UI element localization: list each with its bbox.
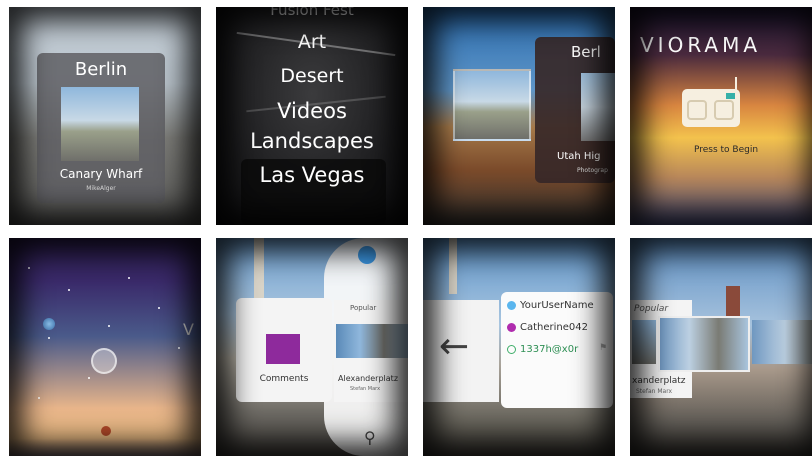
tv-tower [449,238,457,294]
user-row[interactable]: Catherine042 [507,322,588,333]
user-list-panel: YourUserName Catherine042 1337h@x0r ⚑ [501,292,613,408]
popular-card[interactable]: Popular Alexanderplatz Stefan Marx [334,300,408,402]
screenshot-space-view: V [9,238,201,456]
carousel-thumbnail[interactable] [632,320,656,364]
tv-tower [254,238,264,302]
press-to-begin-label[interactable]: Press to Begin [630,145,812,155]
user-dot-icon [507,322,516,332]
location-card[interactable]: Berl Utah Hig Photograp [535,37,615,183]
screenshot-category-menu: Fusion Fest Art Desert Videos Landscapes… [216,7,408,225]
comments-label: Comments [259,374,309,384]
antenna [735,77,737,91]
location-pin-icon[interactable]: ⚲ [364,428,376,447]
user-name: YourUserName [520,300,594,311]
location-card[interactable]: Berlin Canary Wharf MikeAlger [37,53,165,203]
logo-letter: V [183,320,194,339]
location-subtitle: Utah Hig [557,151,601,162]
carousel-thumbnail[interactable] [752,320,812,364]
flag-icon[interactable]: ⚑ [599,343,607,353]
menu-item-desert[interactable]: Desert [216,65,408,87]
viewer-device-icon[interactable] [682,89,740,127]
location-title: Berl [571,43,601,61]
menu-item-partial[interactable]: Fusion Fest [216,7,408,19]
planet-red-icon[interactable] [101,426,111,436]
comments-card[interactable]: Comments [236,298,332,402]
screenshot-comments-menu: Comments Popular Alexanderplatz Stefan M… [216,238,408,456]
user-dot-icon [507,300,516,310]
location-subtitle: Canary Wharf [59,167,143,181]
blue-dot-icon[interactable] [358,246,376,264]
screenshot-user-list: ← YourUserName Catherine042 1337h@x0r ⚑ [423,238,615,456]
place-label: Alexanderplatz [338,374,399,383]
panorama-thumbnail [61,87,139,161]
user-name: Catherine042 [520,322,588,333]
menu-item-las-vegas[interactable]: Las Vegas [216,163,408,187]
location-title: Berlin [74,59,128,80]
carousel-thumbnail[interactable] [658,316,750,372]
place-label: xanderplatz [632,376,686,386]
panorama-thumbnail [336,324,408,358]
screenshot-utah-card: Berl Utah Hig Photograp [423,7,615,225]
menu-item-videos[interactable]: Videos [216,99,408,123]
back-arrow-icon: ← [439,326,470,367]
screenshot-berlin-card: Berlin Canary Wharf MikeAlger [9,7,201,225]
user-row[interactable]: 1337h@x0r [507,344,578,355]
comment-bubble-icon [266,334,300,364]
app-logo: VIORAMA [640,33,762,57]
planet-selected-icon[interactable] [91,348,117,374]
panorama-thumbnail [581,73,615,141]
menu-item-landscapes[interactable]: Landscapes [216,129,408,153]
user-name: 1337h@x0r [520,344,579,355]
back-button[interactable]: ← [423,300,499,402]
planet-icon[interactable] [43,318,55,330]
place-author: Stefan Marx [350,386,381,392]
panorama-carousel [630,316,812,372]
floating-panorama-thumbnail[interactable] [453,69,531,141]
menu-item-art[interactable]: Art [216,31,408,53]
location-author: MikeAlger [86,185,116,192]
user-row[interactable]: YourUserName [507,300,594,311]
popular-label: Popular [634,304,669,314]
screenshot-popular-carousel: Popular xanderplatz Stefan Marx [630,238,812,456]
popular-label: Popular [350,304,377,312]
screenshot-start-screen: VIORAMA Press to Begin [630,7,812,225]
blocked-icon [507,344,516,354]
location-author: Photograp [577,167,608,174]
place-author: Stefan Marx [636,388,673,395]
